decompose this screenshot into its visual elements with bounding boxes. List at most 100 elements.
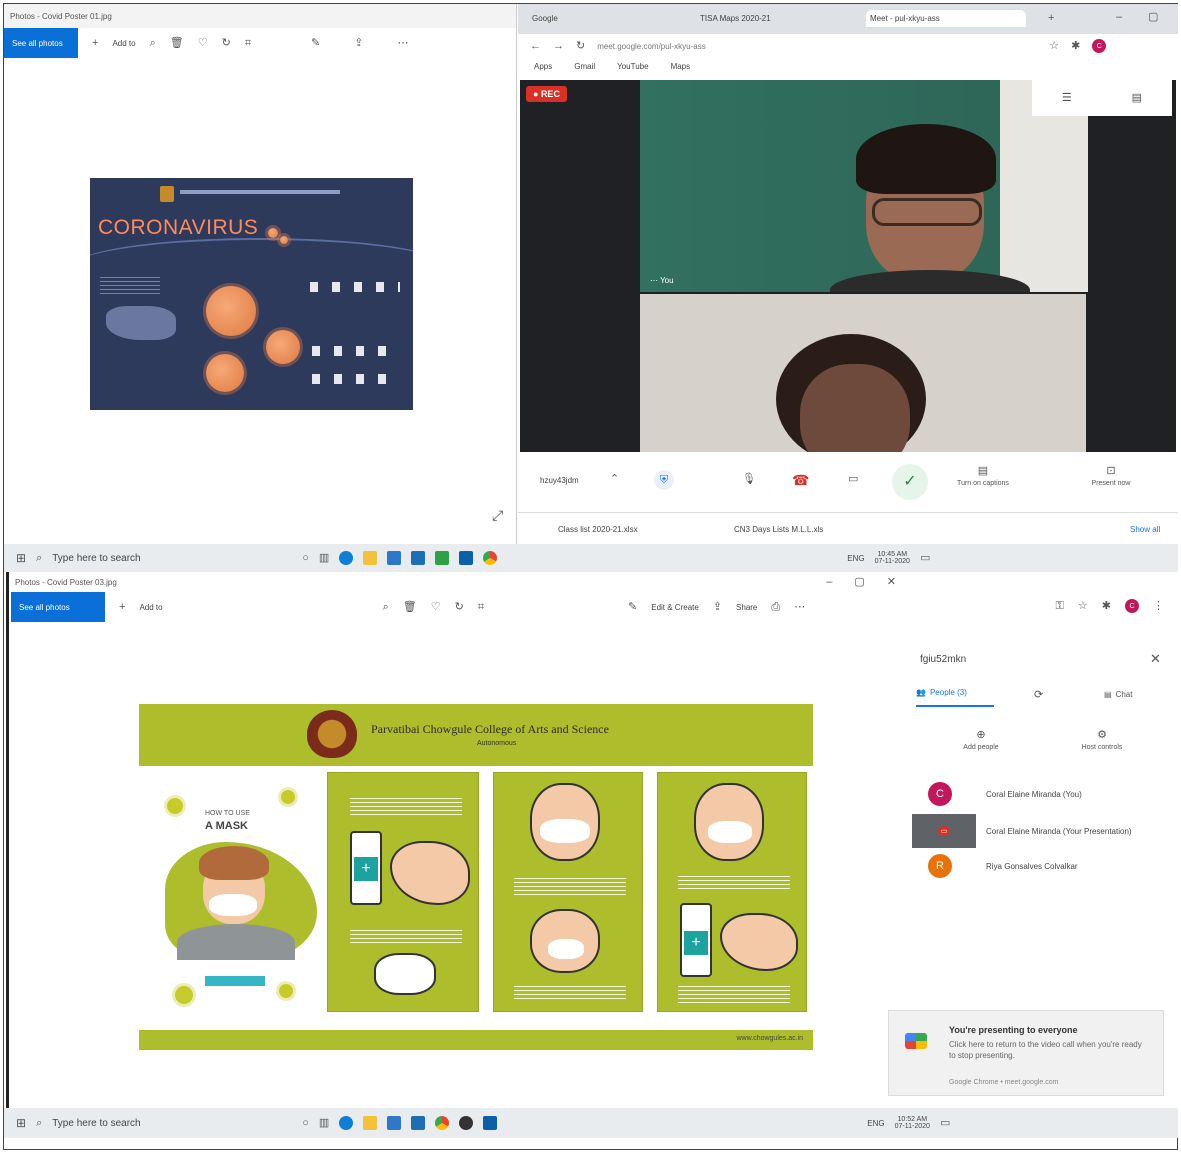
notifications-icon[interactable]: ▭	[920, 552, 930, 564]
mail-icon[interactable]	[387, 1116, 402, 1130]
see-all-photos-button[interactable]: See all photos	[11, 592, 105, 622]
shield-icon[interactable]: ⛨	[654, 470, 674, 490]
heart-icon[interactable]: ♡	[198, 37, 208, 49]
store-icon[interactable]	[411, 1116, 426, 1130]
maximize-icon[interactable]: ▢	[1148, 12, 1158, 23]
tab-google[interactable]: Google	[532, 14, 692, 23]
host-controls-button[interactable]: ⚙ Host controls	[1062, 730, 1142, 752]
print-icon[interactable]: ⎙	[771, 601, 780, 613]
forward-icon[interactable]: →	[553, 40, 564, 52]
cortana-icon[interactable]: ○	[302, 552, 309, 564]
share-icon[interactable]: ⇪	[354, 37, 363, 49]
edge-icon[interactable]	[339, 551, 354, 565]
tab-people[interactable]: 👥 People (3)	[916, 688, 994, 707]
taskbar-lang[interactable]: ENG	[867, 1119, 884, 1128]
chrome-icon[interactable]	[435, 1116, 450, 1130]
bookmark-apps[interactable]: Apps	[534, 62, 552, 71]
file-explorer-icon[interactable]	[363, 551, 378, 565]
people-icon[interactable]: ☰	[1062, 92, 1072, 104]
delete-icon[interactable]: 🗑	[403, 601, 417, 613]
close-icon[interactable]: ✕	[1150, 652, 1161, 665]
tab-tisa-maps[interactable]: TISA Maps 2020-21	[700, 14, 860, 23]
add-to-button[interactable]: Add to	[139, 603, 162, 612]
more-icon[interactable]: ⋯	[794, 601, 805, 613]
profile-avatar[interactable]: C	[1125, 599, 1139, 613]
chat-icon[interactable]: ▤	[1132, 92, 1142, 104]
close-icon[interactable]: ✕	[887, 576, 896, 588]
edit-create-button[interactable]: Edit & Create	[651, 603, 699, 612]
taskbar-clock[interactable]: 10:52 AM 07-11-2020	[895, 1116, 930, 1130]
key-icon[interactable]: ⚿	[1056, 600, 1064, 612]
end-call-icon[interactable]: ☎	[792, 472, 809, 489]
tab-meet[interactable]: Meet - pul-xkyu-ass	[866, 10, 1026, 27]
minimize-icon[interactable]: –	[826, 576, 832, 588]
crop-icon[interactable]: ⌗	[245, 37, 251, 49]
show-all-button[interactable]: Show all	[1130, 525, 1160, 534]
download-item-2[interactable]: CN3 Days Lists M.L.L.xls	[734, 525, 844, 534]
captions-button[interactable]: ▤ Turn on captions	[938, 466, 1028, 488]
chrome-icon[interactable]	[483, 551, 498, 565]
share-icon[interactable]: ⇪	[713, 601, 722, 613]
taskbar-lang[interactable]: ENG	[847, 554, 864, 563]
mail-icon[interactable]	[387, 551, 402, 565]
file-explorer-icon[interactable]	[363, 1116, 378, 1130]
bookmark-maps[interactable]: Maps	[671, 62, 691, 71]
edit-icon[interactable]: ✎	[311, 37, 320, 49]
see-all-photos-button[interactable]: See all photos	[4, 28, 78, 58]
zoom-icon[interactable]: ⌕	[150, 37, 156, 49]
plus-icon[interactable]: +	[119, 601, 125, 613]
star-icon[interactable]: ☆	[1049, 40, 1059, 52]
windows-start-icon[interactable]: ⊞	[16, 1117, 26, 1129]
cortana-icon[interactable]: ○	[302, 1117, 309, 1129]
new-tab-icon[interactable]: +	[1048, 13, 1054, 24]
share-button[interactable]: Share	[736, 603, 757, 612]
participant-row-1[interactable]: C Coral Elaine Miranda (You)	[928, 782, 1082, 806]
star-icon[interactable]: ☆	[1078, 600, 1088, 612]
store-icon[interactable]	[411, 551, 426, 565]
camera-icon[interactable]: ▭	[848, 474, 858, 485]
profile-avatar[interactable]: C	[1092, 39, 1107, 53]
meet-app-icon[interactable]	[435, 551, 450, 565]
task-view-icon[interactable]: ▥	[319, 552, 329, 564]
obs-icon[interactable]	[459, 1116, 474, 1130]
taskbar-clock[interactable]: 10:45 AM 07-11-2020	[875, 551, 910, 565]
menu-icon[interactable]: ⋮	[1153, 600, 1164, 612]
delete-icon[interactable]: 🗑	[170, 37, 184, 49]
participant-row-3[interactable]: R Riya Gonsalves Colvalkar	[928, 854, 1078, 878]
plus-icon[interactable]: +	[92, 37, 98, 49]
taskbar-search-input[interactable]: Type here to search	[52, 1118, 292, 1129]
task-view-icon[interactable]: ▥	[319, 1117, 329, 1129]
fullscreen-icon[interactable]: ⤢	[492, 508, 503, 522]
windows-start-icon[interactable]: ⊞	[16, 552, 26, 564]
chevron-up-icon[interactable]: ⌃	[610, 474, 619, 485]
crop-icon[interactable]: ⌗	[478, 601, 484, 613]
edit-icon[interactable]: ✎	[628, 601, 637, 613]
present-check-icon[interactable]: ✓	[892, 464, 928, 500]
presenting-notification[interactable]: You're presenting to everyone Click here…	[888, 1010, 1164, 1096]
present-now-button[interactable]: ⊡ Present now	[1066, 466, 1156, 488]
bookmark-gmail[interactable]: Gmail	[574, 62, 595, 71]
participant-row-2[interactable]: ▭ Coral Elaine Miranda (Your Presentatio…	[912, 814, 1156, 848]
meeting-code[interactable]: hzuy43jdm	[540, 476, 579, 485]
rotate-icon[interactable]: ↻	[222, 37, 231, 49]
taskbar-search-input[interactable]: Type here to search	[52, 553, 292, 564]
add-people-button[interactable]: ⊕ Add people	[946, 730, 1016, 752]
edge-icon[interactable]	[339, 1116, 354, 1130]
more-icon[interactable]: ⋯	[397, 37, 408, 49]
address-bar[interactable]: meet.google.com/pul-xkyu-ass	[597, 42, 1037, 51]
tab-chat[interactable]: ▤ Chat	[1104, 690, 1132, 699]
heart-icon[interactable]: ♡	[431, 601, 441, 613]
notifications-icon[interactable]: ▭	[940, 1117, 950, 1129]
zoom-icon[interactable]: ⌕	[383, 601, 389, 613]
maximize-icon[interactable]: ▢	[854, 576, 864, 588]
add-to-button[interactable]: Add to	[112, 39, 135, 48]
photos-app-icon[interactable]	[459, 551, 474, 565]
photos-app-icon[interactable]	[483, 1116, 498, 1130]
rotate-icon[interactable]: ↻	[455, 601, 464, 613]
extensions-icon[interactable]: ✱	[1071, 40, 1080, 52]
reload-icon[interactable]: ↻	[576, 40, 585, 52]
bookmark-youtube[interactable]: YouTube	[617, 62, 648, 71]
back-icon[interactable]: ←	[530, 40, 541, 52]
minimize-icon[interactable]: –	[1116, 12, 1122, 23]
activities-icon[interactable]: ⟳	[1034, 690, 1043, 701]
